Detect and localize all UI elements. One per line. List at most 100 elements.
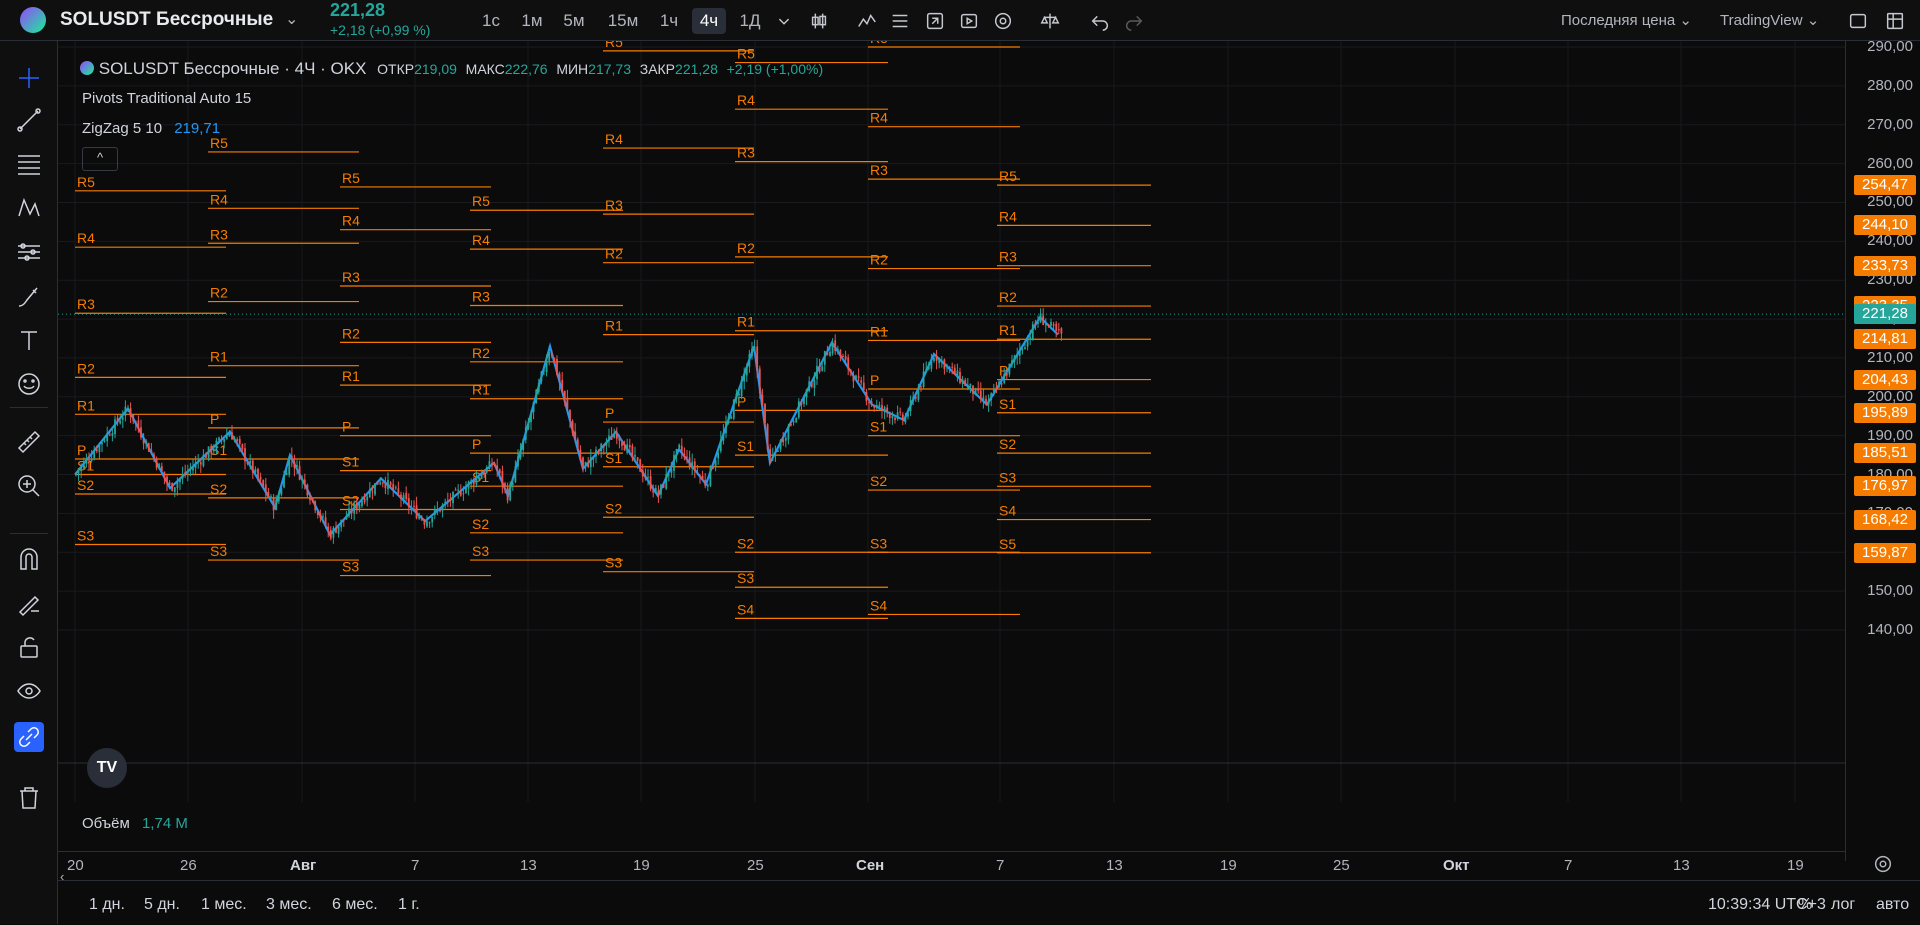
pivot-label: R3 [342,269,360,285]
candle-body [280,488,283,495]
price-tick: 140,00 [1867,621,1913,638]
candle-body [680,445,683,453]
candle-body [769,449,772,457]
broker-select[interactable]: TradingView ⌄ [1720,11,1819,29]
price-chart[interactable]: R5 R4 R3 R2 R1 P S1 S2 S3 R5 R4 R3 R2 R1 P S1 S2 S3 R5 R4 R3… [58,41,1845,802]
candle-body [309,496,311,501]
candle-body [930,359,933,369]
legend-collapse-button[interactable]: ^ [82,147,118,171]
range-3m[interactable]: 3 мес. [266,896,312,914]
candle-body [740,379,743,396]
candle-body [290,455,293,460]
symbol-name[interactable]: SOLUSDT Бессрочные [60,9,273,31]
zigzag-indicator-legend[interactable]: ZigZag 5 10 219,71 [82,120,220,137]
price-scale[interactable]: 290,00 280,00 270,00 260,00 250,00 240,00 230,… [1845,38,1920,861]
range-1m[interactable]: 1 мес. [201,896,247,914]
crosshair-icon[interactable] [14,63,44,93]
candle-body [647,477,649,479]
range-6m[interactable]: 6 мес. [332,896,378,914]
snapshot-icon[interactable] [1882,8,1908,34]
candle-body [173,487,176,492]
timeframe-1d[interactable]: 1Д [735,8,765,34]
candle-body [220,438,223,440]
text-icon[interactable] [14,325,44,355]
eye-icon[interactable] [14,676,44,706]
ruler-icon[interactable] [14,427,44,457]
range-1y[interactable]: 1 г. [398,896,420,914]
tradingview-logo-icon[interactable]: TV [87,748,127,788]
auto-toggle[interactable]: авто [1876,896,1909,914]
pivot-label: R2 [870,252,888,268]
pivot-label: R3 [210,226,228,242]
price-tick: 150,00 [1867,582,1913,600]
chevron-down-icon[interactable]: ⌄ [285,9,298,29]
link-icon[interactable] [14,722,44,752]
candle-body [212,449,215,452]
candle-body [504,483,506,487]
pivot-label: R5 [605,41,623,50]
candle-body [610,435,613,440]
templates-icon[interactable] [887,8,913,34]
prediction-icon[interactable] [14,237,44,267]
settings-icon[interactable] [990,8,1016,34]
pivot-label: S2 [472,516,489,532]
fullscreen-icon[interactable] [1845,8,1871,34]
range-5d[interactable]: 5 дн. [144,896,180,914]
candle-body [514,466,517,482]
time-tick: 26 [180,857,197,874]
candle-body [777,450,779,452]
indicators-icon[interactable] [854,8,880,34]
time-tick: 19 [1787,857,1804,874]
solana-logo-icon[interactable] [20,7,46,33]
emoji-icon[interactable] [14,369,44,399]
balance-icon[interactable] [1037,8,1063,34]
pivots-indicator-legend[interactable]: Pivots Traditional Auto 15 [82,90,251,107]
candle-body [576,439,579,451]
volume-legend[interactable]: Объём 1,74 М [82,815,188,832]
candle-body [678,444,681,448]
candle-body [322,516,324,518]
candle-body [519,450,522,458]
redo-icon[interactable] [1121,8,1147,34]
chart-settings-icon[interactable] [1872,853,1894,875]
pivot-label: S2 [77,477,94,493]
candle-body [1000,383,1003,385]
candle-body [472,481,475,485]
timeframe-1h[interactable]: 1ч [654,8,684,34]
timeframe-5m[interactable]: 5м [559,8,589,34]
unlock-icon[interactable] [14,632,44,662]
timeframe-1s[interactable]: 1с [476,8,506,34]
log-toggle[interactable]: лог [1831,896,1855,914]
magnet-icon[interactable] [14,544,44,574]
price-source-select[interactable]: Последняя цена ⌄ [1561,11,1692,29]
candle-body [1031,324,1034,339]
timeframe-15m[interactable]: 15м [603,8,643,34]
zoom-in-icon[interactable] [14,471,44,501]
undo-icon[interactable] [1087,8,1113,34]
range-1d[interactable]: 1 дн. [89,896,125,914]
time-axis[interactable]: 20 26 Авг 7 13 19 25 Сен 7 13 19 25 Окт 7 13 19 [58,851,1845,879]
lock-drawing-icon[interactable] [14,588,44,618]
chevron-down-icon[interactable] [771,8,797,34]
candles-icon[interactable] [806,8,832,34]
fib-icon[interactable] [14,149,44,179]
pivot-label: S1 [605,450,622,466]
candle-body [1008,363,1011,375]
candle-body [888,412,891,419]
candle-body [329,529,332,539]
brush-icon[interactable] [14,281,44,311]
timeframe-4h[interactable]: 4ч [692,8,726,34]
candle-body [405,492,408,500]
trash-icon[interactable] [14,783,44,813]
candle-body [712,467,714,469]
legend-title[interactable]: SOLUSDT Бессрочные · 4Ч · OKX [99,59,367,78]
percent-toggle[interactable]: % [1798,896,1812,914]
candle-body [257,468,259,479]
candle-body [618,436,621,441]
trendline-icon[interactable] [14,105,44,135]
pattern-icon[interactable] [14,193,44,223]
pivot-label: R5 [210,135,228,151]
replay-icon[interactable] [956,8,982,34]
timeframe-1m[interactable]: 1м [517,8,547,34]
alert-icon[interactable] [922,8,948,34]
